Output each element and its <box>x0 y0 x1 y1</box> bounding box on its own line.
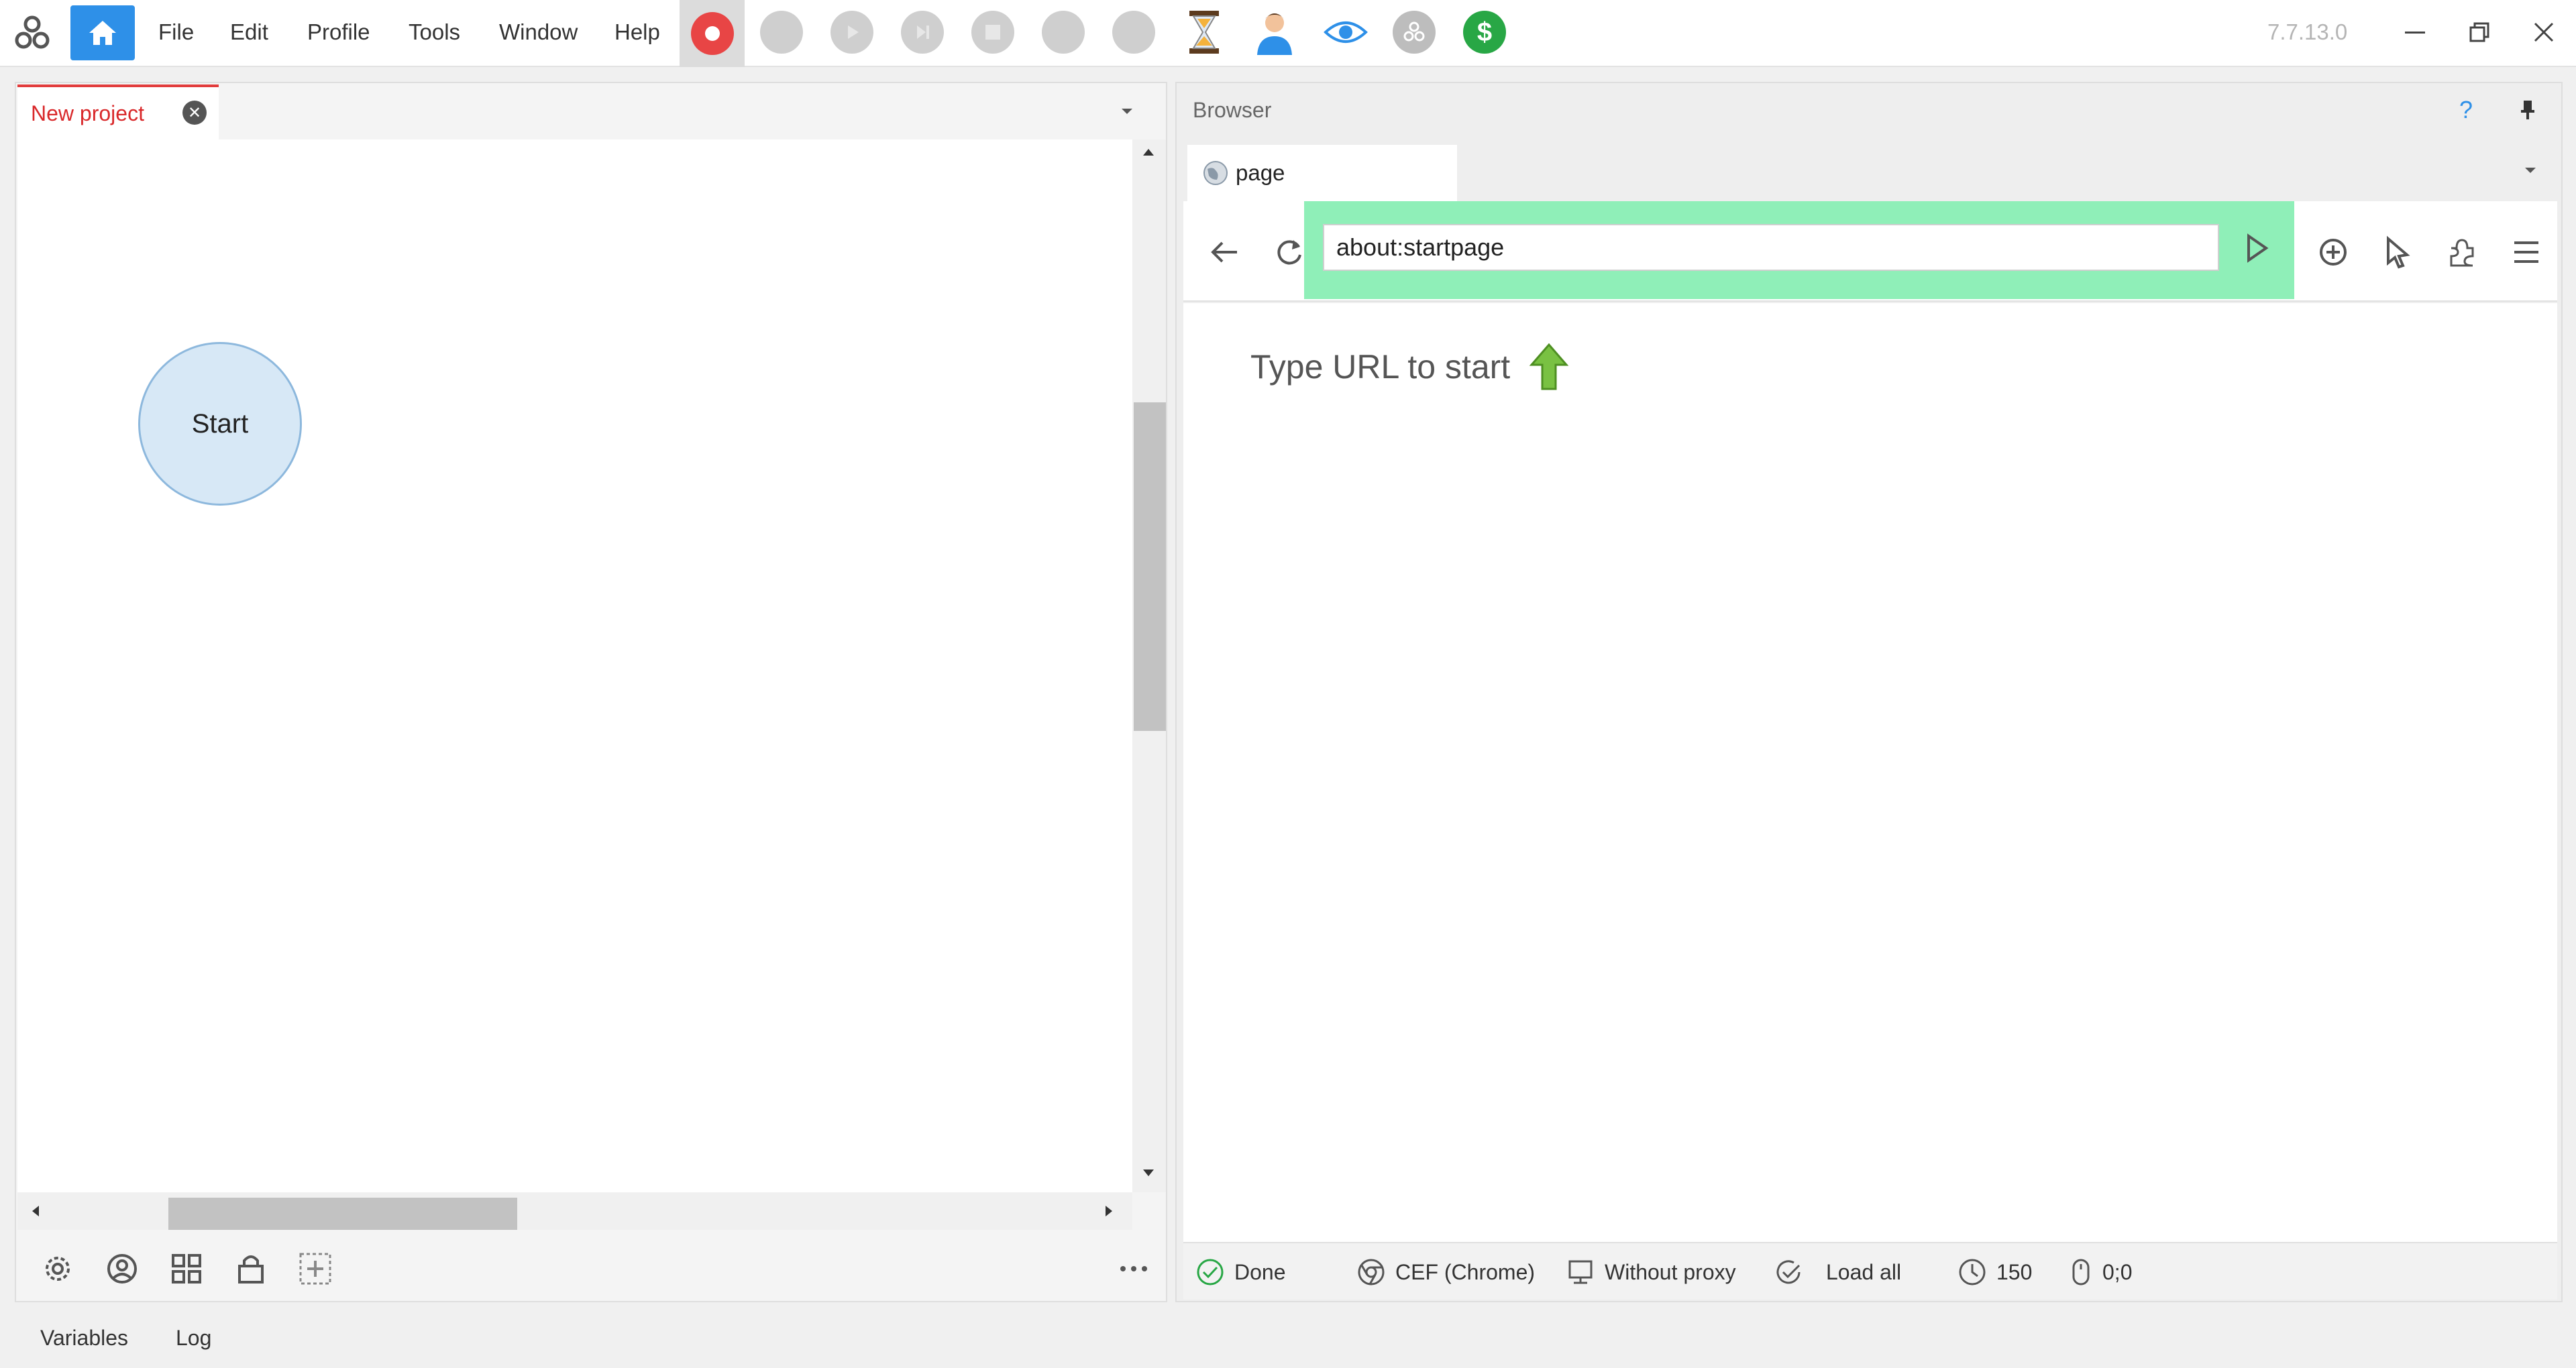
tab-log[interactable]: Log <box>176 1308 211 1368</box>
project-panel: New project ✕ Start <box>15 82 1167 1302</box>
vertical-scroll-thumb[interactable] <box>1134 402 1166 731</box>
logo-grey-icon[interactable] <box>1393 11 1436 54</box>
record-button[interactable] <box>680 0 745 67</box>
app-logo-icon <box>12 13 52 54</box>
tab-variables[interactable]: Variables <box>40 1308 128 1368</box>
menu-help[interactable]: Help <box>614 0 660 64</box>
status-timeout-label: 150 <box>1996 1259 2033 1284</box>
disabled-circle-icon[interactable] <box>1042 11 1085 54</box>
more-options-icon[interactable] <box>1115 1250 1152 1288</box>
browser-nav-bar <box>1183 201 2557 302</box>
chrome-icon <box>1358 1259 1385 1286</box>
browser-status-bar: Done CEF (Chrome) Without proxy Load all <box>1183 1242 2557 1300</box>
horizontal-scroll-thumb[interactable] <box>168 1198 517 1230</box>
menu-edit[interactable]: Edit <box>230 0 268 64</box>
url-highlight <box>1304 201 2294 299</box>
add-block-icon[interactable] <box>297 1250 334 1288</box>
disabled-circle-icon[interactable] <box>760 11 803 54</box>
title-bar: File Edit Profile Tools Window Help $ 7.… <box>0 0 2576 67</box>
hourglass-icon[interactable] <box>1184 8 1224 56</box>
close-tab-icon[interactable]: ✕ <box>182 101 207 125</box>
monitor-icon <box>1568 1260 1593 1284</box>
help-icon[interactable]: ? <box>2453 96 2479 123</box>
status-done: Done <box>1195 1243 1286 1301</box>
grid-icon[interactable] <box>168 1250 205 1288</box>
bottom-tabs: Variables Log <box>0 1308 2576 1368</box>
browser-tab-label: page <box>1236 160 1285 185</box>
url-input[interactable] <box>1323 224 2219 271</box>
menu-window[interactable]: Window <box>499 0 578 64</box>
home-button[interactable] <box>70 5 135 60</box>
extension-icon[interactable] <box>2440 231 2483 274</box>
add-tab-icon[interactable] <box>2312 231 2355 274</box>
check-circle-icon <box>1197 1259 1224 1286</box>
minimize-icon[interactable] <box>2395 12 2435 52</box>
start-node-label: Start <box>191 408 249 439</box>
start-node[interactable]: Start <box>138 342 302 506</box>
scroll-up-icon[interactable] <box>1135 139 1162 166</box>
menu-tools[interactable]: Tools <box>409 0 460 64</box>
status-engine-label: CEF (Chrome) <box>1395 1259 1536 1284</box>
record-icon <box>690 12 734 55</box>
horizontal-scrollbar[interactable] <box>17 1192 1132 1230</box>
go-icon[interactable] <box>2235 225 2278 271</box>
clock-icon <box>1959 1259 1986 1286</box>
status-proxy[interactable]: Without proxy <box>1566 1243 1736 1301</box>
status-load[interactable]: Load all <box>1774 1243 1901 1301</box>
menu-file[interactable]: File <box>158 0 194 64</box>
arrow-up-icon <box>1529 343 1569 390</box>
step-icon[interactable] <box>901 11 944 54</box>
menu-icon[interactable] <box>2505 231 2548 274</box>
dollar-icon[interactable]: $ <box>1463 11 1506 54</box>
project-toolbar <box>17 1231 1166 1301</box>
user-icon[interactable] <box>1252 8 1297 56</box>
lock-icon[interactable] <box>232 1250 270 1288</box>
settings-icon[interactable] <box>39 1250 76 1288</box>
chevron-down-icon[interactable] <box>1115 99 1139 123</box>
pin-icon[interactable] <box>2514 97 2541 123</box>
project-canvas[interactable]: Start <box>17 139 1132 1192</box>
scroll-left-icon[interactable] <box>23 1198 50 1224</box>
version-label: 7.7.13.0 <box>2267 19 2348 44</box>
scroll-right-icon[interactable] <box>1095 1198 1122 1224</box>
vertical-scrollbar[interactable] <box>1132 139 1166 1192</box>
globe-icon <box>1202 160 1229 186</box>
back-icon[interactable] <box>1203 231 1246 274</box>
status-timeout[interactable]: 150 <box>1957 1243 2032 1301</box>
cursor-icon[interactable] <box>2376 231 2419 274</box>
eye-icon[interactable] <box>1323 12 1368 52</box>
browser-tab-page[interactable]: page <box>1187 145 1457 201</box>
home-icon <box>89 21 116 45</box>
disabled-circle-icon[interactable] <box>1112 11 1155 54</box>
status-coords: 0;0 <box>2069 1243 2132 1301</box>
play-icon[interactable] <box>830 11 873 54</box>
hint-text: Type URL to start <box>1250 348 1511 386</box>
status-coords-label: 0;0 <box>2102 1259 2133 1284</box>
browser-page-content[interactable]: Type URL to start <box>1183 303 2557 1242</box>
load-check-icon <box>1776 1260 1801 1284</box>
status-engine[interactable]: CEF (Chrome) <box>1356 1243 1535 1301</box>
browser-panel: Browser ? page about:startpage Type URL … <box>1175 82 2563 1302</box>
type-url-hint: Type URL to start <box>1250 343 1569 390</box>
tab-new-project[interactable]: New project ✕ <box>17 84 219 139</box>
menu-profile[interactable]: Profile <box>307 0 370 64</box>
mouse-icon <box>2072 1259 2090 1286</box>
status-load-label: Load all <box>1826 1259 1902 1284</box>
status-proxy-label: Without proxy <box>1605 1259 1736 1284</box>
restore-icon[interactable] <box>2459 12 2500 52</box>
profile-icon[interactable] <box>103 1250 141 1288</box>
stop-icon[interactable] <box>971 11 1014 54</box>
close-icon[interactable] <box>2524 12 2564 52</box>
chevron-down-icon[interactable] <box>2518 158 2542 182</box>
tab-label: New project <box>31 101 144 125</box>
scroll-down-icon[interactable] <box>1135 1159 1162 1186</box>
browser-panel-title: Browser <box>1193 98 1272 122</box>
status-done-label: Done <box>1234 1259 1286 1284</box>
